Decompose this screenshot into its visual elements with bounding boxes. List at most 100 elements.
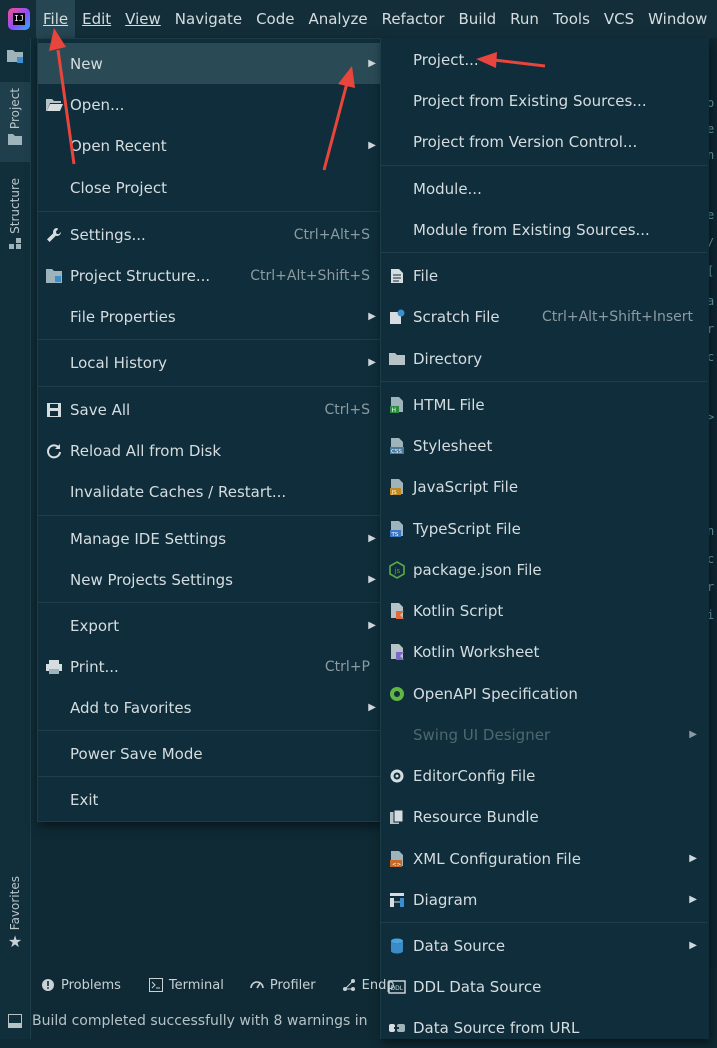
folder-open-icon [38, 98, 70, 112]
menu-window[interactable]: Window [641, 0, 714, 38]
menu-file[interactable]: File [36, 0, 76, 38]
new-item-directory-label: Directory [413, 349, 483, 368]
file-menu-item-open-label: Open... [70, 95, 125, 114]
new-item-data-source-url-label: Data Source from URL [413, 1018, 580, 1037]
new-item-module[interactable]: Module... [381, 168, 707, 209]
new-item-ddl-data-source-label: DDL Data Source [413, 977, 542, 996]
file-menu-item-manage-ide-settings-label: Manage IDE Settings [70, 529, 227, 548]
tab-structure-label: Structure [8, 178, 22, 234]
new-item-project-label: Project... [413, 50, 479, 69]
menu-refactor[interactable]: Refactor [375, 0, 452, 38]
file-menu-item-new-projects-settings[interactable]: New Projects Settings ▶ [38, 559, 380, 600]
new-item-package-json[interactable]: js package.json File [381, 549, 707, 590]
new-item-resource-bundle[interactable]: Resource Bundle [381, 796, 707, 837]
new-item-html-file[interactable]: H HTML File [381, 384, 707, 425]
new-item-kotlin-script[interactable]: Kotlin Script [381, 590, 707, 631]
new-item-ddl-data-source[interactable]: DDL DDL Data Source [381, 966, 707, 1007]
print-icon [38, 659, 70, 675]
intellij-logo-icon[interactable]: IJ [8, 8, 30, 30]
file-menu-item-reload[interactable]: Reload All from Disk [38, 430, 380, 471]
file-menu-item-new[interactable]: New ▶ [38, 43, 380, 84]
tab-project[interactable]: Project [0, 82, 30, 162]
new-item-typescript-file-label: TypeScript File [413, 519, 521, 538]
file-menu-item-open-recent-label: Open Recent [70, 136, 167, 155]
file-menu-item-exit[interactable]: Exit [38, 779, 380, 820]
editorconfig-icon [381, 768, 413, 784]
menu-edit[interactable]: Edit [75, 0, 118, 38]
new-item-typescript-file[interactable]: TS TypeScript File [381, 508, 707, 549]
file-menu-item-invalidate-caches[interactable]: Invalidate Caches / Restart... [38, 471, 380, 512]
file-menu-item-file-properties[interactable]: File Properties ▶ [38, 296, 380, 337]
new-item-javascript-file[interactable]: JS JavaScript File [381, 466, 707, 507]
new-item-data-source-url[interactable]: Data Source from URL [381, 1007, 707, 1048]
resource-bundle-icon [381, 809, 413, 825]
new-item-xml-configuration-label: XML Configuration File [413, 849, 581, 868]
menu-navigate[interactable]: Navigate [168, 0, 249, 38]
menu-run[interactable]: Run [503, 0, 546, 38]
tool-problems[interactable]: Problems [41, 978, 121, 993]
new-item-package-json-label: package.json File [413, 560, 542, 579]
menu-tools[interactable]: Tools [546, 0, 597, 38]
submenu-arrow-icon: ▶ [368, 140, 376, 151]
file-menu-item-project-structure[interactable]: Project Structure... Ctrl+Alt+Shift+S [38, 255, 380, 296]
file-menu-item-export[interactable]: Export ▶ [38, 605, 380, 646]
file-menu-item-settings[interactable]: Settings... Ctrl+Alt+S [38, 214, 380, 255]
js-file-icon: JS [381, 478, 413, 495]
new-item-module-existing[interactable]: Module from Existing Sources... [381, 209, 707, 250]
menu-separator [38, 386, 380, 387]
file-menu-item-open-recent[interactable]: Open Recent ▶ [38, 125, 380, 166]
file-menu-item-add-to-favorites-label: Add to Favorites [70, 698, 192, 717]
file-menu-item-power-save-mode[interactable]: Power Save Mode [38, 733, 380, 774]
project-folder-icon[interactable] [0, 48, 30, 72]
shortcut-label: Ctrl+P [324, 658, 370, 675]
menu-analyze[interactable]: Analyze [301, 0, 374, 38]
new-item-kotlin-worksheet[interactable]: Kotlin Worksheet [381, 631, 707, 672]
new-item-openapi[interactable]: OpenAPI Specification [381, 673, 707, 714]
new-item-file[interactable]: File [381, 255, 707, 296]
new-item-xml-configuration[interactable]: <> XML Configuration File ▶ [381, 838, 707, 879]
file-menu-item-close-project[interactable]: Close Project [38, 167, 380, 208]
tab-favorites-label: Favorites [8, 876, 22, 931]
project-structure-icon [38, 268, 70, 284]
file-menu-item-add-to-favorites[interactable]: Add to Favorites ▶ [38, 687, 380, 728]
submenu-arrow-icon: ▶ [368, 702, 376, 713]
tool-terminal[interactable]: Terminal [148, 978, 224, 993]
tool-endpoints[interactable]: Endp [342, 978, 395, 993]
new-submenu: Project... Project from Existing Sources… [380, 38, 709, 1039]
file-menu-item-manage-ide-settings[interactable]: Manage IDE Settings ▶ [38, 518, 380, 559]
tab-structure[interactable]: Structure [0, 178, 30, 258]
file-menu-item-invalidate-caches-label: Invalidate Caches / Restart... [70, 482, 287, 501]
toggle-tool-windows-icon[interactable] [8, 1014, 22, 1028]
tool-endpoints-label: Endp [361, 977, 395, 993]
menu-code[interactable]: Code [249, 0, 301, 38]
star-icon: ★ [7, 932, 23, 952]
shortcut-label: Ctrl+Alt+Shift+S [250, 267, 370, 284]
menu-view[interactable]: View [118, 0, 168, 38]
file-menu-item-save-all[interactable]: Save All Ctrl+S [38, 389, 380, 430]
profiler-icon [250, 978, 264, 992]
file-menu-item-local-history[interactable]: Local History ▶ [38, 342, 380, 383]
file-menu-item-print[interactable]: Print... Ctrl+P [38, 646, 380, 687]
menu-vcs[interactable]: VCS [597, 0, 641, 38]
url-datasource-icon [381, 1021, 413, 1035]
new-item-project-vcs[interactable]: Project from Version Control... [381, 121, 707, 162]
tab-favorites[interactable]: Favorites ★ [0, 876, 30, 958]
new-item-module-existing-label: Module from Existing Sources... [413, 220, 650, 239]
css-file-icon: CSS [381, 437, 413, 454]
file-menu-item-open[interactable]: Open... [38, 84, 380, 125]
new-item-project-existing[interactable]: Project from Existing Sources... [381, 80, 707, 121]
new-item-editorconfig[interactable]: EditorConfig File [381, 755, 707, 796]
xml-icon: <> [381, 850, 413, 867]
new-item-data-source[interactable]: Data Source ▶ [381, 925, 707, 966]
menu-build[interactable]: Build [452, 0, 504, 38]
new-item-directory[interactable]: Directory [381, 338, 707, 379]
menu-separator [381, 252, 707, 253]
new-item-stylesheet[interactable]: CSS Stylesheet [381, 425, 707, 466]
submenu-arrow-icon: ▶ [368, 357, 376, 368]
new-item-project[interactable]: Project... [381, 39, 707, 80]
tool-profiler[interactable]: Profiler [250, 978, 316, 993]
new-item-stylesheet-label: Stylesheet [413, 436, 493, 455]
new-item-scratch-file[interactable]: Scratch File Ctrl+Alt+Shift+Insert [381, 296, 707, 337]
new-item-diagram[interactable]: Diagram ▶ [381, 879, 707, 920]
file-menu-item-print-label: Print... [70, 657, 119, 676]
